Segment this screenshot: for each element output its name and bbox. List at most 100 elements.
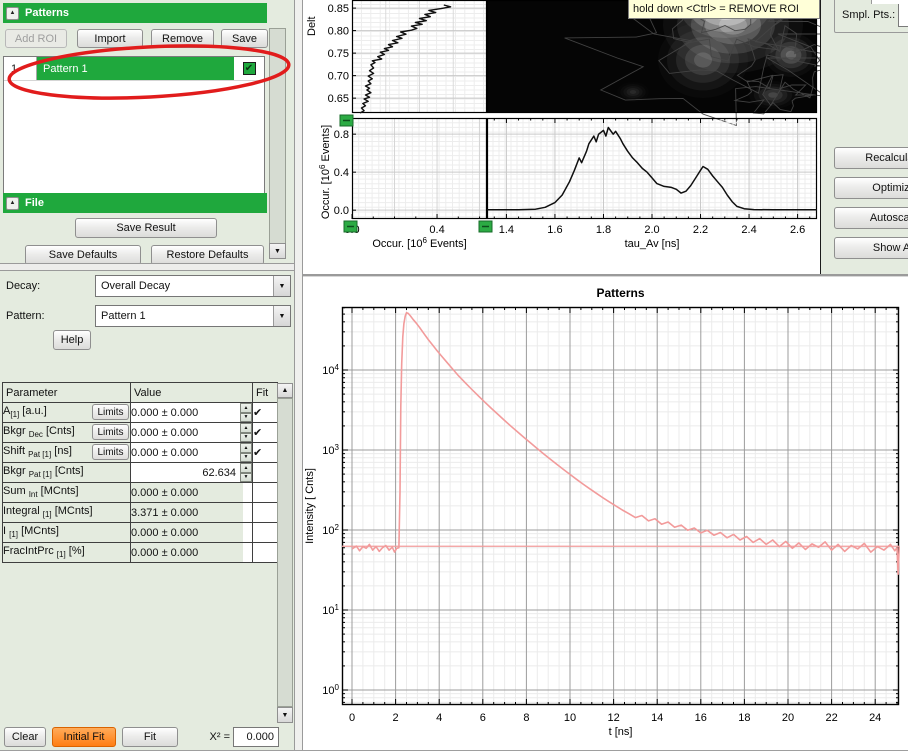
value-spinner[interactable]: ▲▼ — [240, 403, 252, 422]
time-tick-label: 10 — [564, 712, 576, 724]
pattern-select-value: Pattern 1 — [96, 306, 273, 326]
value-spinner[interactable]: ▲▼ — [240, 463, 252, 482]
table-scroll-up-icon[interactable]: ▲ — [277, 383, 293, 398]
spinner-down-icon[interactable]: ▼ — [240, 413, 252, 423]
initial-fit-button[interactable]: Initial Fit — [52, 727, 116, 747]
parameter-value-cell[interactable]: 0.000 ± 0.000▲▼ — [131, 443, 253, 463]
parameter-name-cell: Bkgr Dec [Cnts]Limits — [3, 423, 131, 443]
fit-checkbox-cell[interactable]: ✔ — [253, 443, 278, 463]
show-all-button[interactable]: Show All — [834, 237, 908, 259]
save-defaults-button[interactable]: Save Defaults — [25, 245, 141, 265]
parameter-row: FracIntPrc [1] [%]0.000 ± 0.000 — [3, 543, 278, 563]
remove-button[interactable]: Remove — [151, 29, 214, 48]
spinner-down-icon[interactable]: ▼ — [240, 453, 252, 463]
spinner-up-icon[interactable]: ▲ — [240, 463, 252, 473]
parameter-value-cell[interactable]: 62.634▲▼ — [131, 463, 253, 483]
decay-curve — [352, 313, 899, 575]
time-tick-label: 4 — [436, 712, 442, 724]
application-window: ▲ Patterns Add ROI Import Remove Save 1P… — [0, 0, 908, 753]
parameter-row: Bkgr Dec [Cnts]Limits0.000 ± 0.000▲▼✔ — [3, 423, 278, 443]
tau-tick-label: 2.6 — [790, 224, 805, 236]
pattern-select-arrow-icon[interactable]: ▼ — [273, 306, 290, 326]
decay-label: Decay: — [6, 280, 40, 292]
intensity-tick-label: 104 — [322, 363, 339, 377]
help-button[interactable]: Help — [53, 330, 91, 350]
delta-tick-label: 0.65 — [328, 93, 349, 105]
import-button[interactable]: Import — [77, 29, 143, 48]
clipped-control-top — [871, 0, 908, 4]
value-cell-strip — [243, 483, 252, 502]
fit-checkbox-cell[interactable] — [253, 523, 278, 543]
decay-select-value: Overall Decay — [96, 276, 273, 296]
limits-button[interactable]: Limits — [92, 424, 129, 440]
occur-x-tick-label: 0.4 — [429, 224, 444, 236]
spinner-up-icon[interactable]: ▲ — [240, 403, 252, 413]
spinner-down-icon[interactable]: ▼ — [240, 433, 252, 443]
save-label: Save — [232, 33, 257, 45]
parameter-row: A[1] [a.u.]Limits0.000 ± 0.000▲▼✔ — [3, 403, 278, 423]
decay-select[interactable]: Overall Decay ▼ — [95, 275, 291, 297]
table-scroll-down-icon[interactable]: ▼ — [277, 707, 293, 723]
tau-tick-label: 2.0 — [644, 224, 659, 236]
clear-button[interactable]: Clear — [4, 727, 46, 747]
fit-checkbox-cell[interactable] — [253, 543, 278, 563]
optimize-button[interactable]: Optimize — [834, 177, 908, 199]
parameter-row: I [1] [MCnts]0.000 ± 0.000 — [3, 523, 278, 543]
collapse-patterns-icon[interactable]: ▲ — [6, 7, 19, 20]
collapse-file-icon[interactable]: ▲ — [6, 197, 19, 210]
intensity-tick-label: 101 — [322, 603, 339, 617]
fit-button[interactable]: Fit — [122, 727, 178, 747]
sample-points-input[interactable] — [898, 3, 908, 27]
patterns-chart-svg[interactable]: Patterns02468101214161820222410010110210… — [303, 277, 908, 750]
fit-checkbox-cell[interactable]: ✔ — [253, 403, 278, 423]
save-button[interactable]: Save — [221, 29, 268, 48]
parameter-value-cell: 3.371 ± 0.000 — [131, 503, 253, 523]
tau-tick-label: 2.2 — [693, 224, 708, 236]
limits-button[interactable]: Limits — [92, 444, 129, 460]
value-spinner[interactable]: ▲▼ — [240, 443, 252, 462]
horizontal-splitter[interactable] — [0, 263, 294, 271]
fit-checkbox-cell[interactable] — [253, 483, 278, 503]
density-blob — [694, 52, 712, 67]
button-label: Optimize — [872, 182, 908, 194]
pattern-row-name[interactable]: Pattern 1 — [37, 57, 234, 80]
occur-x-axis-label: Occur. [106 Events] — [372, 236, 466, 250]
table-scrollbar[interactable] — [277, 398, 293, 707]
pattern-select[interactable]: Pattern 1 ▼ — [95, 305, 291, 327]
time-tick-label: 0 — [349, 712, 355, 724]
fit-checkbox-cell[interactable]: ✔ — [253, 423, 278, 443]
sidebar-scroll-down-icon[interactable]: ▼ — [269, 243, 286, 259]
limits-button[interactable]: Limits — [92, 404, 129, 420]
pattern-list-row[interactable]: 1Pattern 1✔ — [4, 57, 264, 81]
add-roi-button[interactable]: Add ROI — [5, 29, 67, 48]
spinner-up-icon[interactable]: ▲ — [240, 423, 252, 433]
vertical-splitter[interactable] — [294, 0, 303, 753]
sidebar-scrollbar[interactable] — [269, 28, 286, 259]
occur-tick-label: 0.8 — [334, 129, 349, 141]
fit-checkbox-cell[interactable] — [253, 503, 278, 523]
tau-tick-label: 1.8 — [596, 224, 611, 236]
restore-defaults-button[interactable]: Restore Defaults — [151, 245, 264, 265]
parameter-value-cell[interactable]: 0.000 ± 0.000▲▼ — [131, 423, 253, 443]
parameter-row: Shift Pat [1] [ns]Limits0.000 ± 0.000▲▼✔ — [3, 443, 278, 463]
spinner-up-icon[interactable]: ▲ — [240, 443, 252, 453]
roi-plots-svg[interactable]: 0.850.800.750.700.65Delt0.80.40.00.00.4O… — [303, 0, 820, 274]
time-axis-label: t [ns] — [609, 726, 633, 738]
value-cell-strip — [243, 523, 252, 542]
save-result-button[interactable]: Save Result — [75, 218, 217, 238]
pattern-visible-checkbox[interactable]: ✔ — [243, 62, 256, 75]
save-result-label: Save Result — [116, 222, 175, 234]
fit-checkbox-cell[interactable] — [253, 463, 278, 483]
spinner-down-icon[interactable]: ▼ — [240, 473, 252, 483]
restore-defaults-label: Restore Defaults — [167, 249, 249, 261]
parameter-row: Sum Int [MCnts]0.000 ± 0.000 — [3, 483, 278, 503]
autoscale-button[interactable]: Autoscale — [834, 207, 908, 229]
delta-axis-label: Delt — [306, 16, 318, 36]
parameter-value-cell[interactable]: 0.000 ± 0.000▲▼ — [131, 403, 253, 423]
recalculate-button[interactable]: Recalculate — [834, 147, 908, 169]
time-tick-label: 14 — [651, 712, 663, 724]
parameter-value-cell: 0.000 ± 0.000 — [131, 483, 253, 503]
decay-select-arrow-icon[interactable]: ▼ — [273, 276, 290, 296]
chi2-value-box[interactable]: 0.000 — [233, 727, 279, 747]
value-spinner[interactable]: ▲▼ — [240, 423, 252, 442]
